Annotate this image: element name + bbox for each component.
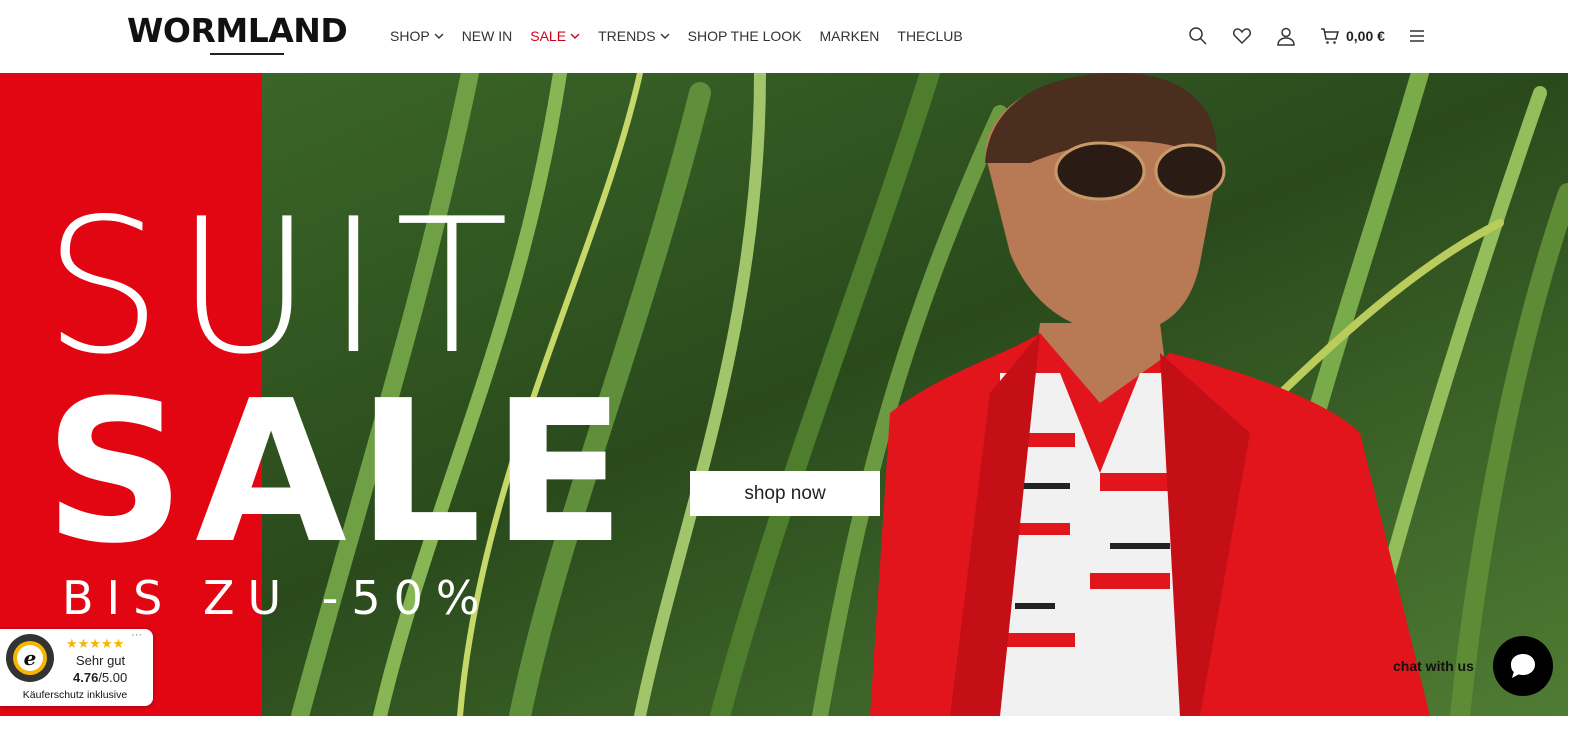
rating-score-value: 4.76 [73, 670, 99, 685]
trusted-shops-seal-icon: e [6, 634, 54, 682]
search-icon[interactable] [1186, 24, 1210, 48]
user-icon[interactable] [1274, 24, 1298, 48]
cart-total[interactable]: 0,00 € [1346, 28, 1385, 44]
svg-text:e: e [24, 646, 37, 670]
header-actions: 0,00 € [1186, 24, 1429, 48]
site-header: WORMLAND SHOP NEW IN SALE TRENDS SHOP TH… [0, 0, 1578, 73]
hamburger-menu-icon[interactable] [1405, 24, 1429, 48]
nav-item-label: TRENDS [598, 28, 656, 44]
chat-button[interactable] [1493, 636, 1553, 696]
trusted-shops-badge[interactable]: e ··· ★★★★★ Sehr gut 4.76/5.00 Käufersch… [0, 629, 153, 706]
hero-headline-sale: SALE [44, 359, 636, 587]
rating-score-max: /5.00 [98, 670, 128, 685]
nav-item-label: NEW IN [461, 28, 513, 44]
nav-item-label: SHOP THE LOOK [687, 28, 802, 44]
chat-bubble-icon [1511, 654, 1535, 678]
nav-item-label: SHOP [390, 28, 430, 44]
hero-discount-text: BIS ZU -50% [62, 571, 493, 625]
heart-icon[interactable] [1230, 24, 1254, 48]
rating-stars: ★★★★★ [66, 636, 125, 651]
nav-item-theclub[interactable]: THECLUB [897, 27, 962, 45]
buyer-protection-text: Käuferschutz inklusive [22, 689, 128, 701]
nav-item-marken[interactable]: MARKEN [819, 27, 879, 45]
nav-item-shop-the-look[interactable]: SHOP THE LOOK [688, 27, 802, 45]
logo-underline [210, 53, 284, 55]
nav-item-label: SALE [530, 28, 567, 44]
nav-item-shop[interactable]: SHOP [390, 27, 444, 45]
hero-banner[interactable]: SUIT SALE BIS ZU -50% shop now [0, 73, 1568, 716]
nav-item-new-in[interactable]: NEW IN [462, 27, 513, 45]
chat-label[interactable]: chat with us [1393, 658, 1474, 674]
cart-icon[interactable] [1318, 24, 1342, 48]
nav-item-trends[interactable]: TRENDS [598, 27, 670, 45]
chevron-down-icon [434, 33, 444, 39]
chevron-down-icon [570, 33, 580, 39]
wormland-logo[interactable]: WORMLAND [127, 11, 348, 51]
shop-now-button[interactable]: shop now [690, 471, 880, 516]
rating-label: Sehr gut [76, 653, 126, 668]
more-options-icon[interactable]: ··· [131, 629, 142, 641]
chevron-down-icon [660, 33, 670, 39]
nav-item-label: THECLUB [897, 28, 963, 44]
main-nav: SHOP NEW IN SALE TRENDS SHOP THE LOOK MA… [390, 27, 981, 45]
nav-item-sale[interactable]: SALE [530, 27, 580, 45]
nav-item-label: MARKEN [819, 28, 880, 44]
rating-score: 4.76/5.00 [73, 670, 127, 685]
hero-headline-suit: SUIT [44, 178, 523, 395]
